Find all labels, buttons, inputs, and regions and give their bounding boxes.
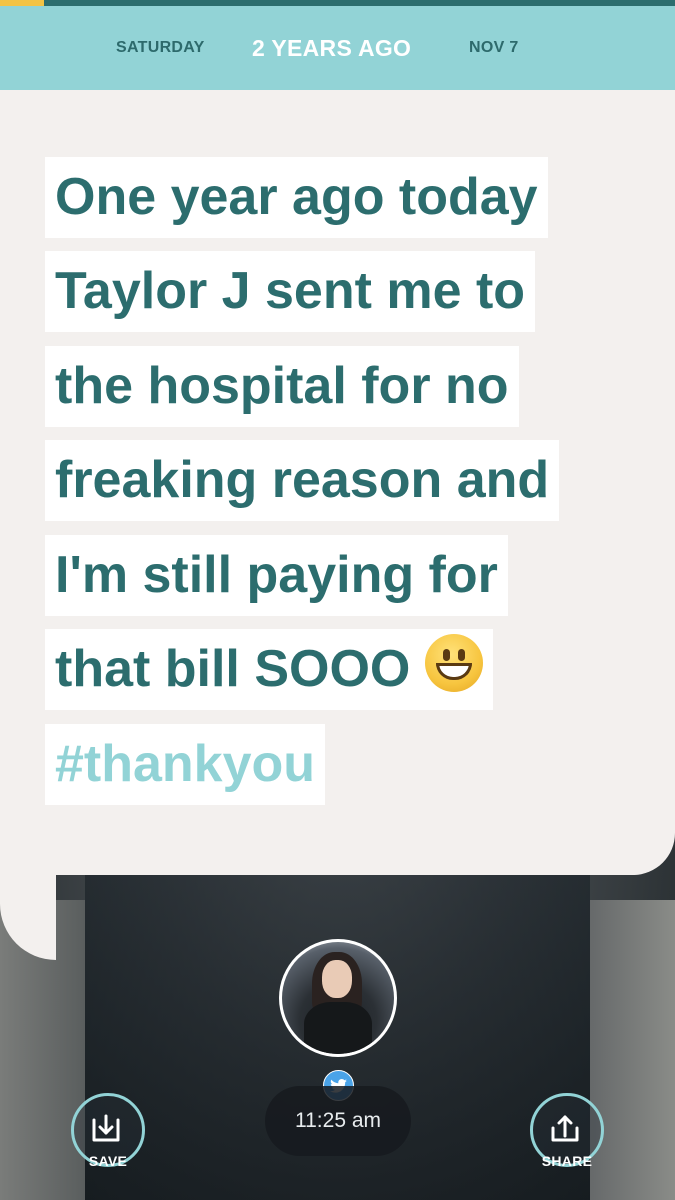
share-label: SHARE [541,1153,593,1169]
tweet-line: the hospital for no [45,346,519,427]
tweet-line: One year ago today [45,157,548,238]
header-relative-time: 2 YEARS AGO [252,35,412,61]
tweet-line-with-emoji: that bill SOOO [45,629,493,710]
avatar-photo [282,942,394,1054]
grinning-face-emoji-icon [424,634,483,692]
share-button[interactable]: SHARE [530,1093,604,1169]
tweet-line: Taylor J sent me to [45,251,536,332]
avatar[interactable] [279,939,397,1057]
header-date[interactable]: NOV 7 [469,6,519,90]
tweet-line: freaking reason and [45,440,560,521]
tweet-line: I'm still paying for [45,535,508,616]
save-button[interactable]: SAVE [71,1093,145,1169]
date-header: SATURDAY 2 YEARS AGO NOV 7 [0,6,675,90]
tweet-time: 11:25 am [265,1086,411,1156]
hashtag-link[interactable]: #thankyou [45,724,326,805]
header-day[interactable]: SATURDAY [116,6,205,90]
save-label: SAVE [88,1153,128,1169]
tweet-line: that bill SOOO [55,640,411,698]
